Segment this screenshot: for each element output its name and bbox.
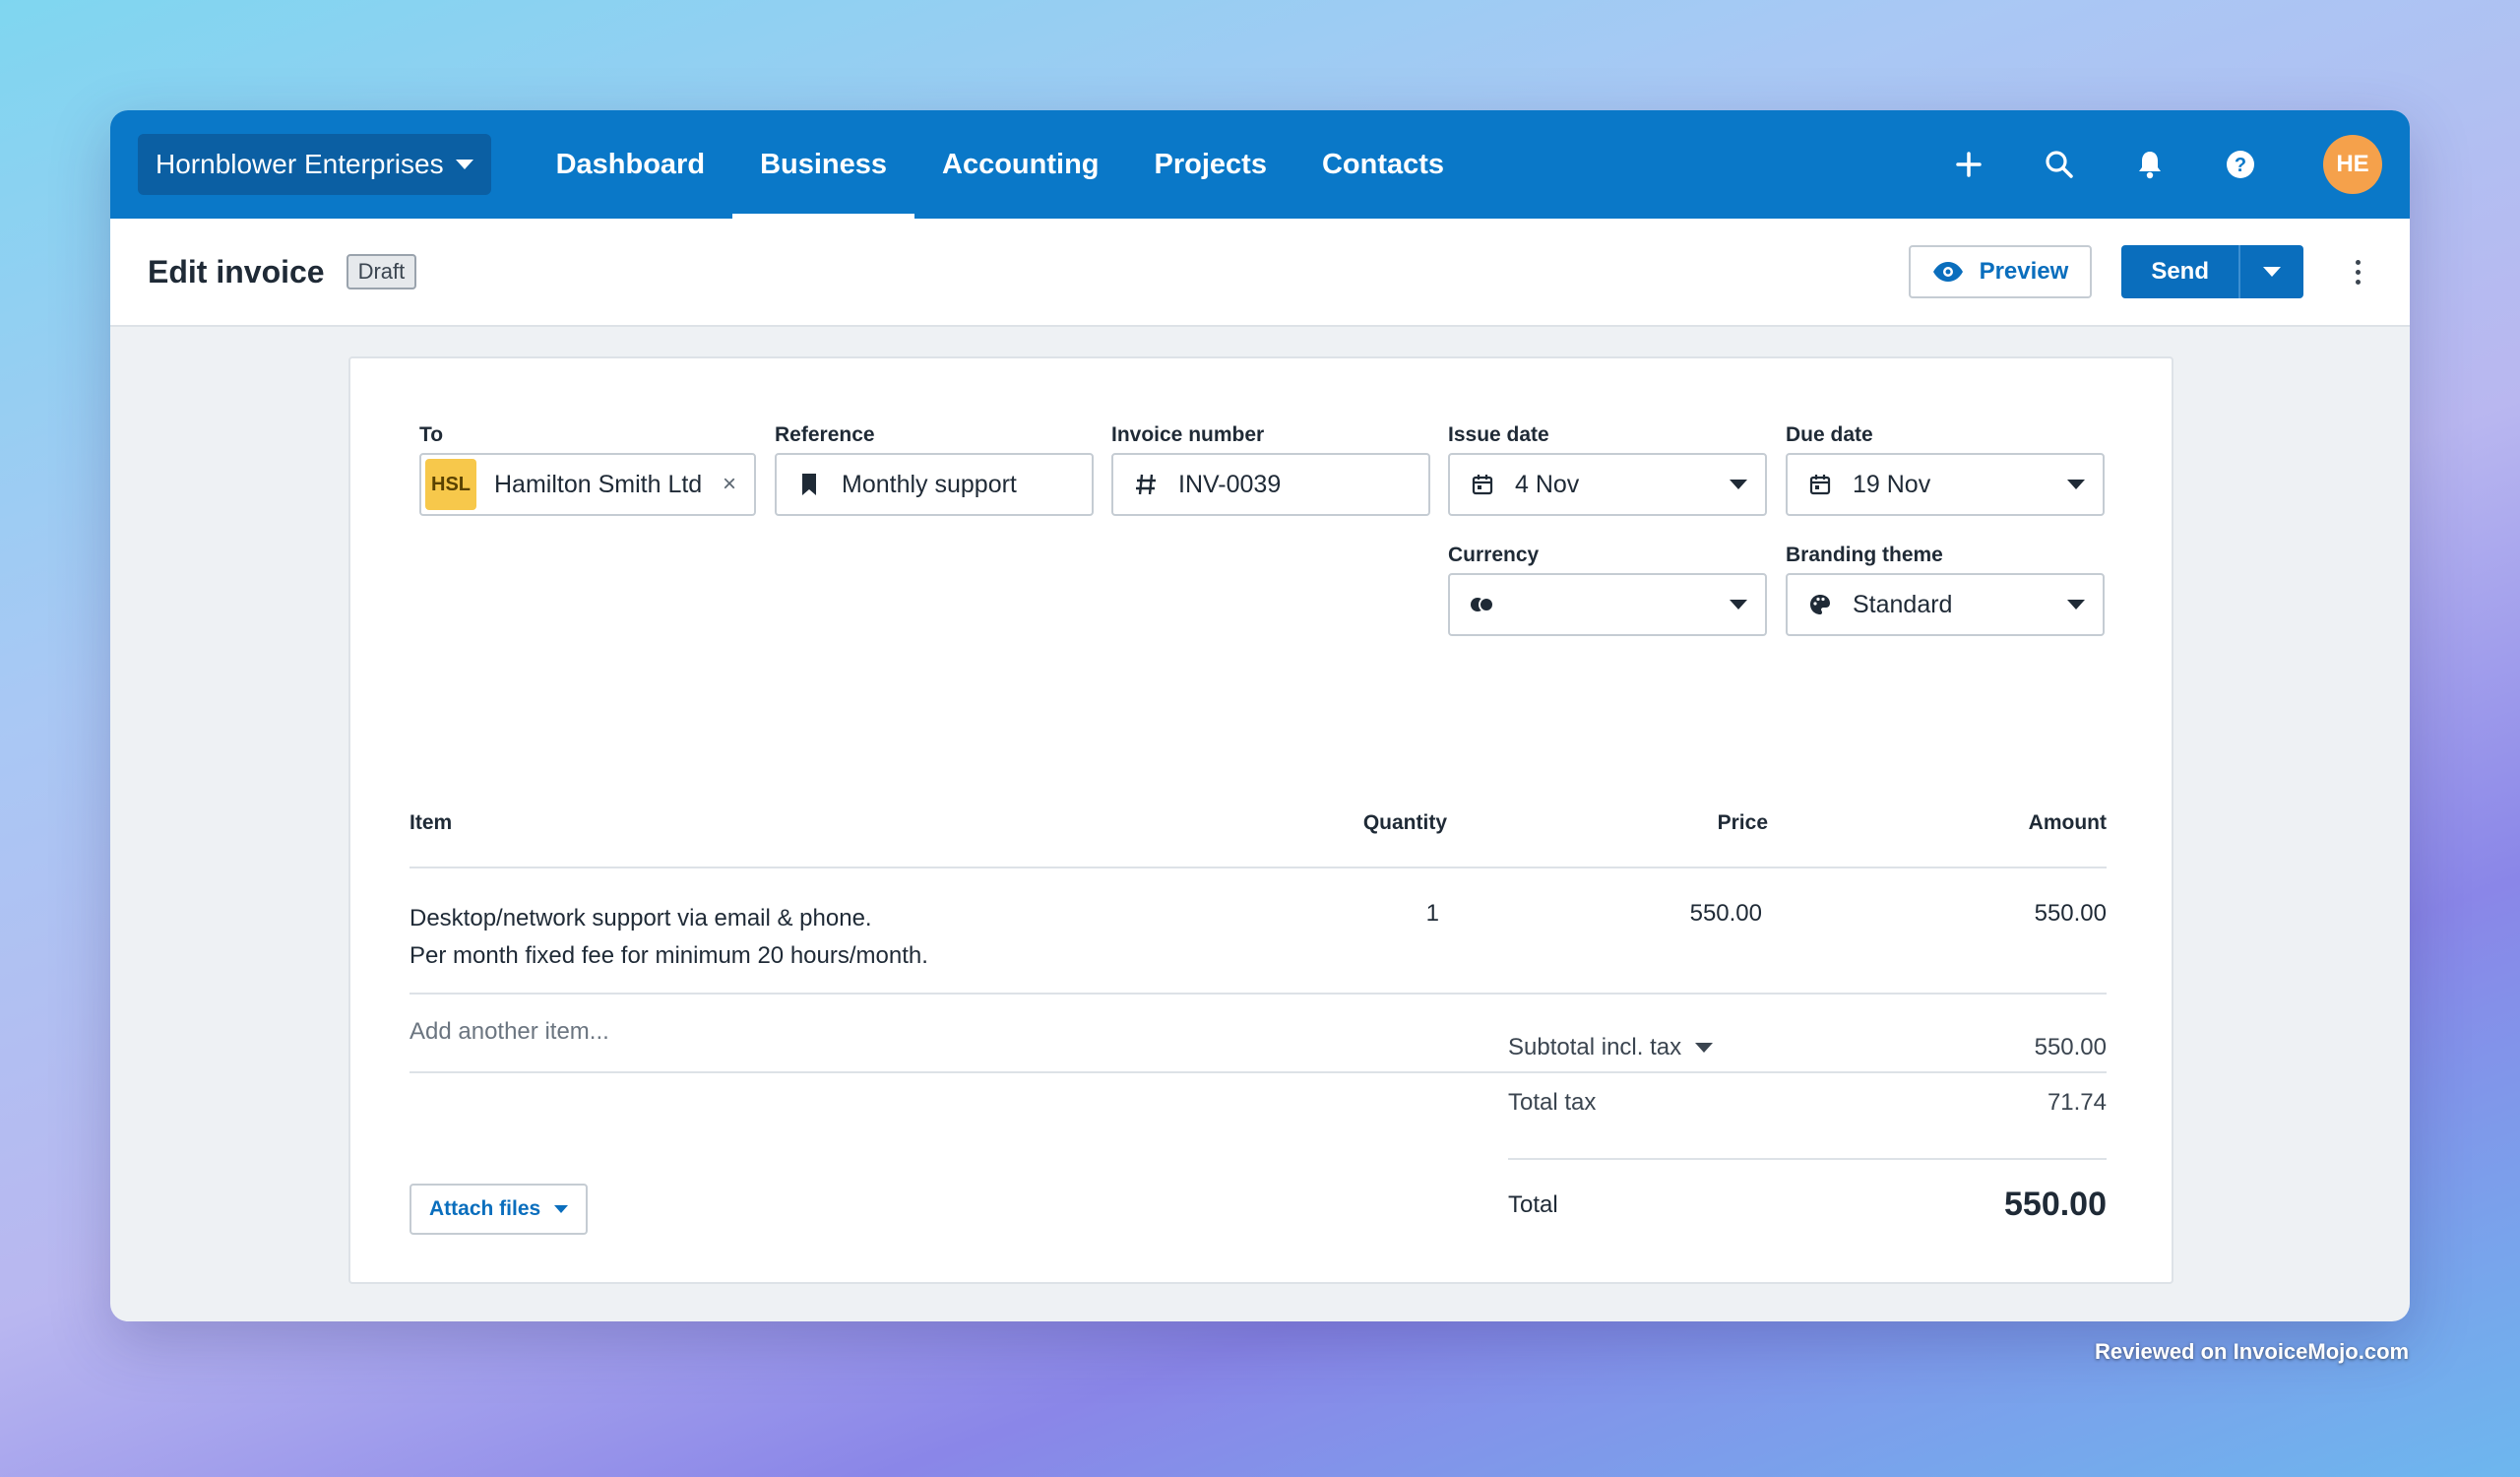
item-description: Desktop/network support via email & phon… <box>410 900 928 975</box>
subtotal-toggle[interactable]: Subtotal incl. tax <box>1508 1034 1714 1061</box>
invoice-form-card: To Reference Invoice number Issue date D… <box>348 356 2174 1284</box>
clear-icon[interactable]: × <box>723 471 736 498</box>
total-value: 550.00 <box>2004 1186 2107 1223</box>
totals-section: Subtotal incl. tax 550.00 Total tax 71.7… <box>1508 358 2107 1286</box>
total-tax-row: Total tax 71.74 <box>1508 1089 2107 1117</box>
nav-dashboard[interactable]: Dashboard <box>529 110 732 219</box>
app-window: Hornblower Enterprises Dashboard Busines… <box>110 110 2410 1321</box>
main-nav: Dashboard Business Accounting Projects C… <box>529 110 1472 219</box>
invoice-number-label: Invoice number <box>1111 423 1265 446</box>
status-badge: Draft <box>346 254 417 289</box>
subtotal-label: Subtotal incl. tax <box>1508 1034 1682 1060</box>
bookmark-icon <box>794 473 824 496</box>
nav-contacts[interactable]: Contacts <box>1294 110 1472 219</box>
item-description-line: Per month fixed fee for minimum 20 hours… <box>410 942 928 969</box>
item-column-header: Item <box>410 811 453 834</box>
send-options-button[interactable] <box>2238 245 2303 298</box>
organisation-name: Hornblower Enterprises <box>156 149 444 179</box>
currency-icon <box>1468 595 1497 614</box>
search-icon[interactable] <box>2038 143 2081 186</box>
total-label: Total <box>1508 1190 1558 1218</box>
nav-projects[interactable]: Projects <box>1127 110 1294 219</box>
help-icon[interactable]: ? <box>2219 143 2262 186</box>
item-description-line: Desktop/network support via email & phon… <box>410 905 872 931</box>
nav-accounting[interactable]: Accounting <box>914 110 1127 219</box>
nav-business[interactable]: Business <box>732 110 914 219</box>
svg-text:?: ? <box>2235 155 2246 176</box>
to-contact-value: Hamilton Smith Ltd <box>494 470 703 498</box>
page-title: Edit invoice <box>148 253 325 289</box>
hash-icon <box>1131 473 1161 496</box>
send-button[interactable]: Send <box>2121 245 2238 298</box>
attach-files-button[interactable]: Attach files <box>410 1184 589 1235</box>
preview-button[interactable]: Preview <box>1908 245 2093 298</box>
watermark: Reviewed on InvoiceMojo.com <box>2095 1339 2410 1364</box>
attach-files-label: Attach files <box>429 1197 541 1220</box>
organisation-switcher[interactable]: Hornblower Enterprises <box>138 134 491 195</box>
user-avatar[interactable]: HE <box>2323 135 2382 194</box>
calendar-icon <box>1468 474 1497 495</box>
to-label: To <box>419 423 444 446</box>
to-contact-field[interactable]: HSL Hamilton Smith Ltd × <box>419 453 756 516</box>
total-tax-value: 71.74 <box>2047 1089 2107 1116</box>
quantity-column-header: Quantity <box>1362 811 1447 834</box>
item-quantity: 1 <box>1425 900 1439 927</box>
chevron-down-icon <box>1695 1043 1714 1053</box>
add-item-placeholder: Add another item... <box>410 1018 609 1045</box>
reference-label: Reference <box>775 423 875 446</box>
nav-actions: ? HE <box>1947 135 2382 194</box>
reference-value: Monthly support <box>842 470 1017 498</box>
total-row: Total 550.00 <box>1508 1186 2107 1224</box>
contact-initials-badge: HSL <box>425 459 476 510</box>
preview-label: Preview <box>1979 258 2069 285</box>
chevron-down-icon <box>554 1205 569 1213</box>
more-options-icon[interactable] <box>2343 245 2372 298</box>
total-tax-label: Total tax <box>1508 1089 1597 1116</box>
page-header: Edit invoice Draft Preview Send <box>110 219 2410 327</box>
invoice-number-field[interactable]: INV-0039 <box>1111 453 1430 516</box>
plus-icon[interactable] <box>1947 143 1990 186</box>
chevron-down-icon <box>455 160 473 169</box>
reference-field[interactable]: Monthly support <box>775 453 1094 516</box>
subtotal-row: Subtotal incl. tax 550.00 <box>1508 1034 2107 1061</box>
header-actions: Preview Send <box>1908 245 2372 298</box>
bell-icon[interactable] <box>2128 143 2172 186</box>
invoice-number-value: INV-0039 <box>1178 470 1282 498</box>
totals-divider <box>1508 1158 2107 1160</box>
top-navigation: Hornblower Enterprises Dashboard Busines… <box>110 110 2410 219</box>
eye-icon <box>1932 262 1963 282</box>
chevron-down-icon <box>2263 267 2281 277</box>
subtotal-value: 550.00 <box>2034 1034 2107 1060</box>
